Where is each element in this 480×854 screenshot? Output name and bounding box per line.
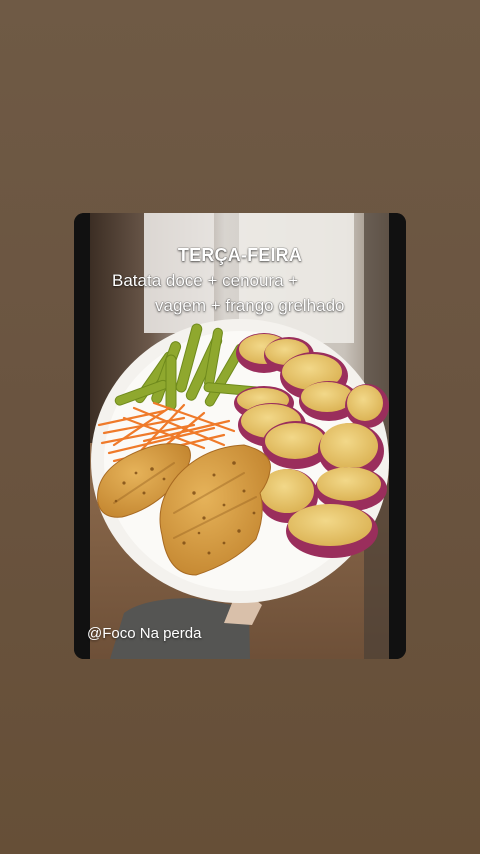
menu-text-line-1: Batata doce + cenoura + <box>112 271 299 290</box>
author-handle: @Foco Na perda <box>87 625 202 642</box>
caption-overlay: TERÇA-FEIRA Batata doce + cenoura + vage… <box>74 213 406 333</box>
story-image-card: TERÇA-FEIRA Batata doce + cenoura + vage… <box>74 213 406 659</box>
menu-text-line-2: vagem + frango grelhado <box>155 296 345 315</box>
day-title: TERÇA-FEIRA <box>177 245 303 265</box>
